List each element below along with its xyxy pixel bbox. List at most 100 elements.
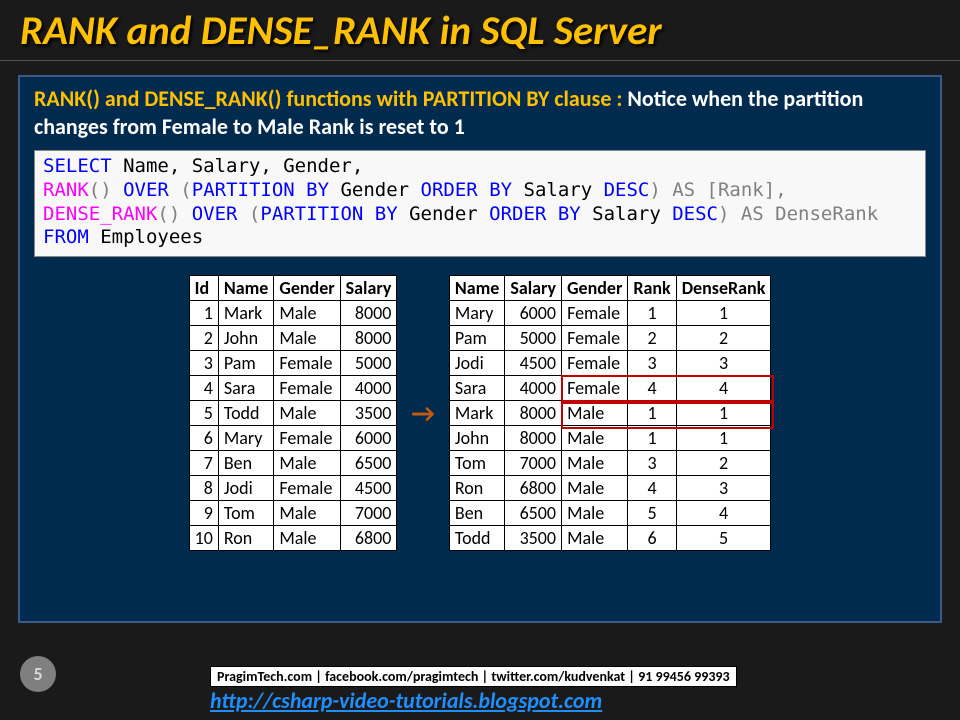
cell: 9	[189, 501, 218, 526]
cell: Female	[274, 376, 340, 401]
code-table: Employees	[89, 226, 203, 248]
arrow-icon: →	[411, 397, 435, 429]
cell: 2	[189, 326, 218, 351]
cell: 4	[676, 376, 771, 401]
cell: Sara	[218, 376, 273, 401]
cell: 3	[628, 351, 676, 376]
kw-from: FROM	[43, 226, 89, 248]
cell: 8	[189, 476, 218, 501]
cell: John	[218, 326, 273, 351]
cell: 1	[628, 426, 676, 451]
table-row: Mark8000Male11	[449, 401, 770, 426]
footer-credits: PragimTech.com | facebook.com/pragimtech…	[210, 666, 737, 687]
cell: 3	[676, 476, 771, 501]
table-row: Jodi4500Female33	[449, 351, 770, 376]
cell: 4	[189, 376, 218, 401]
subtitle: RANK() and DENSE_RANK() functions with P…	[34, 85, 926, 140]
cell: Male	[274, 526, 340, 551]
cell: Male	[562, 451, 628, 476]
cell: Mark	[449, 401, 504, 426]
footer-link[interactable]: http://csharp-video-tutorials.blogspot.c…	[210, 687, 602, 714]
table-row: 1MarkMale8000	[189, 301, 397, 326]
cell: 3	[676, 351, 771, 376]
cell: 3500	[505, 526, 562, 551]
cell: Jodi	[449, 351, 504, 376]
cell: Pam	[218, 351, 273, 376]
cell: Female	[562, 301, 628, 326]
cell: Male	[562, 426, 628, 451]
cell: 6800	[340, 526, 397, 551]
table-row: 10RonMale6800	[189, 526, 397, 551]
cell: 5	[189, 401, 218, 426]
cell: 7000	[340, 501, 397, 526]
slide-title: RANK and DENSE_RANK in SQL Server	[0, 0, 960, 61]
cell: 4	[628, 376, 676, 401]
cell: Female	[562, 351, 628, 376]
col-header: Gender	[562, 276, 628, 301]
cell: Male	[562, 526, 628, 551]
cell: 3	[189, 351, 218, 376]
table-row: 7BenMale6500	[189, 451, 397, 476]
cell: Female	[562, 326, 628, 351]
input-table: IdNameGenderSalary 1MarkMale80002JohnMal…	[189, 275, 398, 551]
col-header: Salary	[505, 276, 562, 301]
table-row: Tom7000Male32	[449, 451, 770, 476]
cell: Mary	[218, 426, 273, 451]
cell: 6500	[505, 501, 562, 526]
cell: Tom	[449, 451, 504, 476]
cell: 5	[676, 526, 771, 551]
table-row: Ron6800Male43	[449, 476, 770, 501]
cell: Male	[274, 401, 340, 426]
cell: Female	[274, 351, 340, 376]
cell: 6000	[340, 426, 397, 451]
table-row: Sara4000Female44	[449, 376, 770, 401]
cell: 1	[676, 426, 771, 451]
cell: Male	[562, 401, 628, 426]
cell: Female	[562, 376, 628, 401]
cell: 6	[189, 426, 218, 451]
cell: Mary	[449, 301, 504, 326]
cell: 8000	[505, 426, 562, 451]
cell: 2	[676, 451, 771, 476]
cell: Ron	[449, 476, 504, 501]
cell: Todd	[218, 401, 273, 426]
cell: Jodi	[218, 476, 273, 501]
table-row: 4SaraFemale4000	[189, 376, 397, 401]
cell: Sara	[449, 376, 504, 401]
fn-dense-rank: DENSE_RANK	[43, 203, 157, 225]
cell: 10	[189, 526, 218, 551]
cell: 8000	[505, 401, 562, 426]
cell: 5000	[340, 351, 397, 376]
result-table: NameSalaryGenderRankDenseRank Mary6000Fe…	[449, 275, 771, 551]
table-row: Pam5000Female22	[449, 326, 770, 351]
table-header-row: NameSalaryGenderRankDenseRank	[449, 276, 770, 301]
cell: Ron	[218, 526, 273, 551]
cell: 8000	[340, 326, 397, 351]
fn-rank: RANK	[43, 179, 89, 201]
cell: Male	[562, 476, 628, 501]
cell: 1	[676, 301, 771, 326]
col-header: Gender	[274, 276, 340, 301]
tables-row: IdNameGenderSalary 1MarkMale80002JohnMal…	[34, 275, 926, 551]
cell: 6	[628, 526, 676, 551]
cell: Ben	[449, 501, 504, 526]
cell: 8000	[340, 301, 397, 326]
cell: Todd	[449, 526, 504, 551]
cell: 6000	[505, 301, 562, 326]
table-row: John8000Male11	[449, 426, 770, 451]
subtitle-lead: RANK() and DENSE_RANK() functions with P…	[34, 85, 627, 112]
col-header: Name	[449, 276, 504, 301]
col-header: Id	[189, 276, 218, 301]
table-row: 5ToddMale3500	[189, 401, 397, 426]
col-header: Salary	[340, 276, 397, 301]
result-table-wrap: NameSalaryGenderRankDenseRank Mary6000Fe…	[449, 275, 771, 551]
cell: 2	[628, 326, 676, 351]
cell: 4500	[340, 476, 397, 501]
table-row: 6MaryFemale6000	[189, 426, 397, 451]
table-row: Ben6500Male54	[449, 501, 770, 526]
cell: Male	[274, 326, 340, 351]
cell: 3500	[340, 401, 397, 426]
kw-select: SELECT	[43, 155, 112, 177]
cell: 1	[628, 401, 676, 426]
col-header: DenseRank	[676, 276, 771, 301]
